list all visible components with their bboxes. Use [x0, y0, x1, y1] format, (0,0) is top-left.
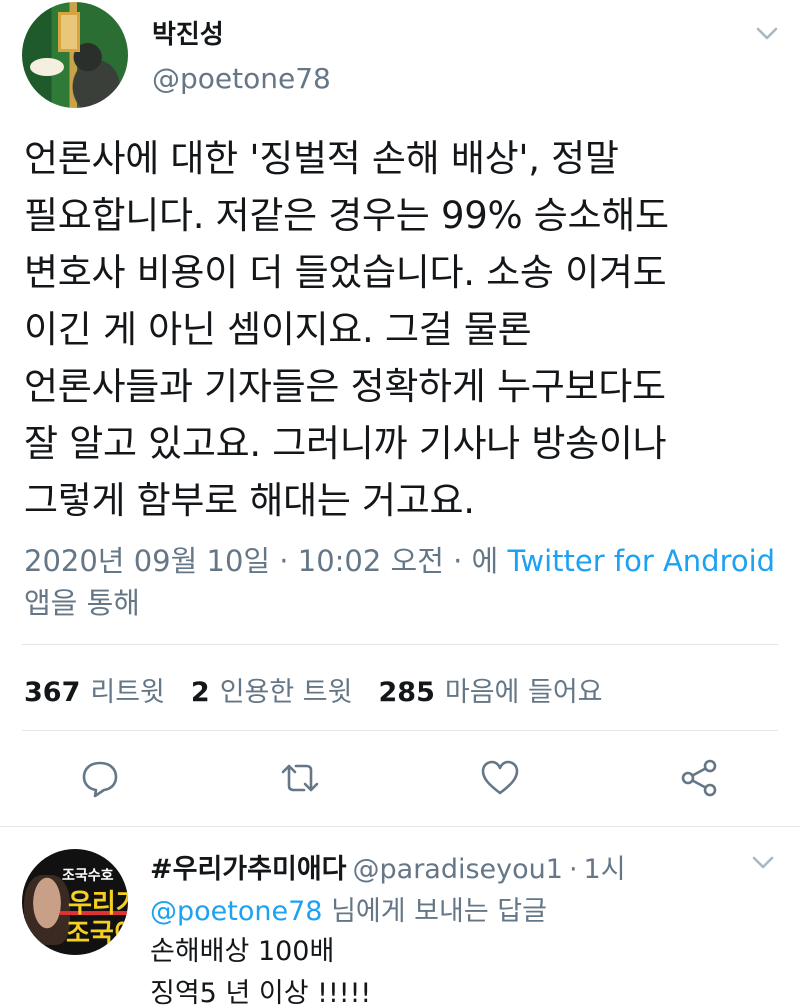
quotes-count: 2: [190, 677, 210, 708]
tweet-meta: 2020년 09월 10일 · 10:02 오전 · 에 Twitter for…: [24, 540, 784, 624]
avatar-face: [24, 875, 70, 945]
author-handle[interactable]: @poetone78: [152, 62, 331, 95]
tweet-actions: [0, 750, 800, 810]
main-tweet: 박진성 @poetone78 언론사에 대한 '징벌적 손해 배상', 정말 필…: [0, 0, 800, 826]
reply-time: 1시: [583, 854, 626, 885]
retweets-label: 리트윗: [90, 677, 165, 708]
retweet-icon[interactable]: [280, 758, 320, 798]
reply-text: 손해배상 100배 징역5 년 이상 !!!!!: [150, 936, 372, 1008]
reply-icon[interactable]: [80, 758, 120, 798]
replying-mention-link[interactable]: @poetone78: [150, 896, 322, 927]
tweet-timestamp: 2020년 09월 10일 · 10:02 오전 · 에: [24, 544, 499, 578]
tweet-stats: 367 리트윗 2 인용한 트윗 285 마음에 들어요: [24, 670, 629, 709]
avatar-caption: 조국이다: [66, 919, 128, 949]
quotes-label: 인용한 트윗: [219, 677, 353, 708]
divider: [22, 730, 778, 731]
likes-label: 마음에 들어요: [444, 677, 603, 708]
reply-author-name[interactable]: #우리가추미애다: [150, 854, 347, 885]
reply-author-avatar[interactable]: 조국수호 우리가 조국이다: [22, 849, 128, 955]
avatar-picture-frame: [58, 12, 80, 52]
quotes-stat[interactable]: 2 인용한 트윗: [191, 670, 353, 709]
tweet-source-suffix: 앱을 통해: [24, 586, 140, 620]
tweet-source-link[interactable]: Twitter for Android: [507, 544, 775, 578]
heart-icon[interactable]: [480, 758, 520, 798]
chevron-down-icon[interactable]: [752, 18, 782, 48]
avatar-caption: 조국수호: [62, 868, 114, 884]
retweets-count: 367: [24, 677, 81, 708]
author-display-name[interactable]: 박진성: [152, 14, 224, 51]
share-icon[interactable]: [680, 758, 720, 798]
replying-suffix: 님에게 보내는 답글: [331, 896, 547, 927]
tweet-text: 언론사에 대한 '징벌적 손해 배상', 정말 필요합니다. 저같은 경우는 9…: [24, 137, 669, 522]
reply-header: #우리가추미애다 @paradiseyou1 · 1시: [150, 847, 626, 886]
separator-dot: ·: [568, 854, 578, 885]
chevron-down-icon[interactable]: [748, 847, 778, 877]
replying-to: @poetone78 님에게 보내는 답글: [150, 889, 547, 928]
author-avatar[interactable]: [22, 2, 128, 108]
retweets-stat[interactable]: 367 리트윗: [24, 670, 165, 709]
divider: [22, 644, 778, 645]
avatar-lamp: [30, 58, 64, 76]
reply-tweet[interactable]: 조국수호 우리가 조국이다 #우리가추미애다@paradiseyou1·1시 @…: [0, 827, 800, 1008]
reply-author-handle[interactable]: @paradiseyou1: [353, 854, 563, 885]
likes-count: 285: [378, 677, 435, 708]
likes-stat[interactable]: 285 마음에 들어요: [379, 670, 603, 709]
